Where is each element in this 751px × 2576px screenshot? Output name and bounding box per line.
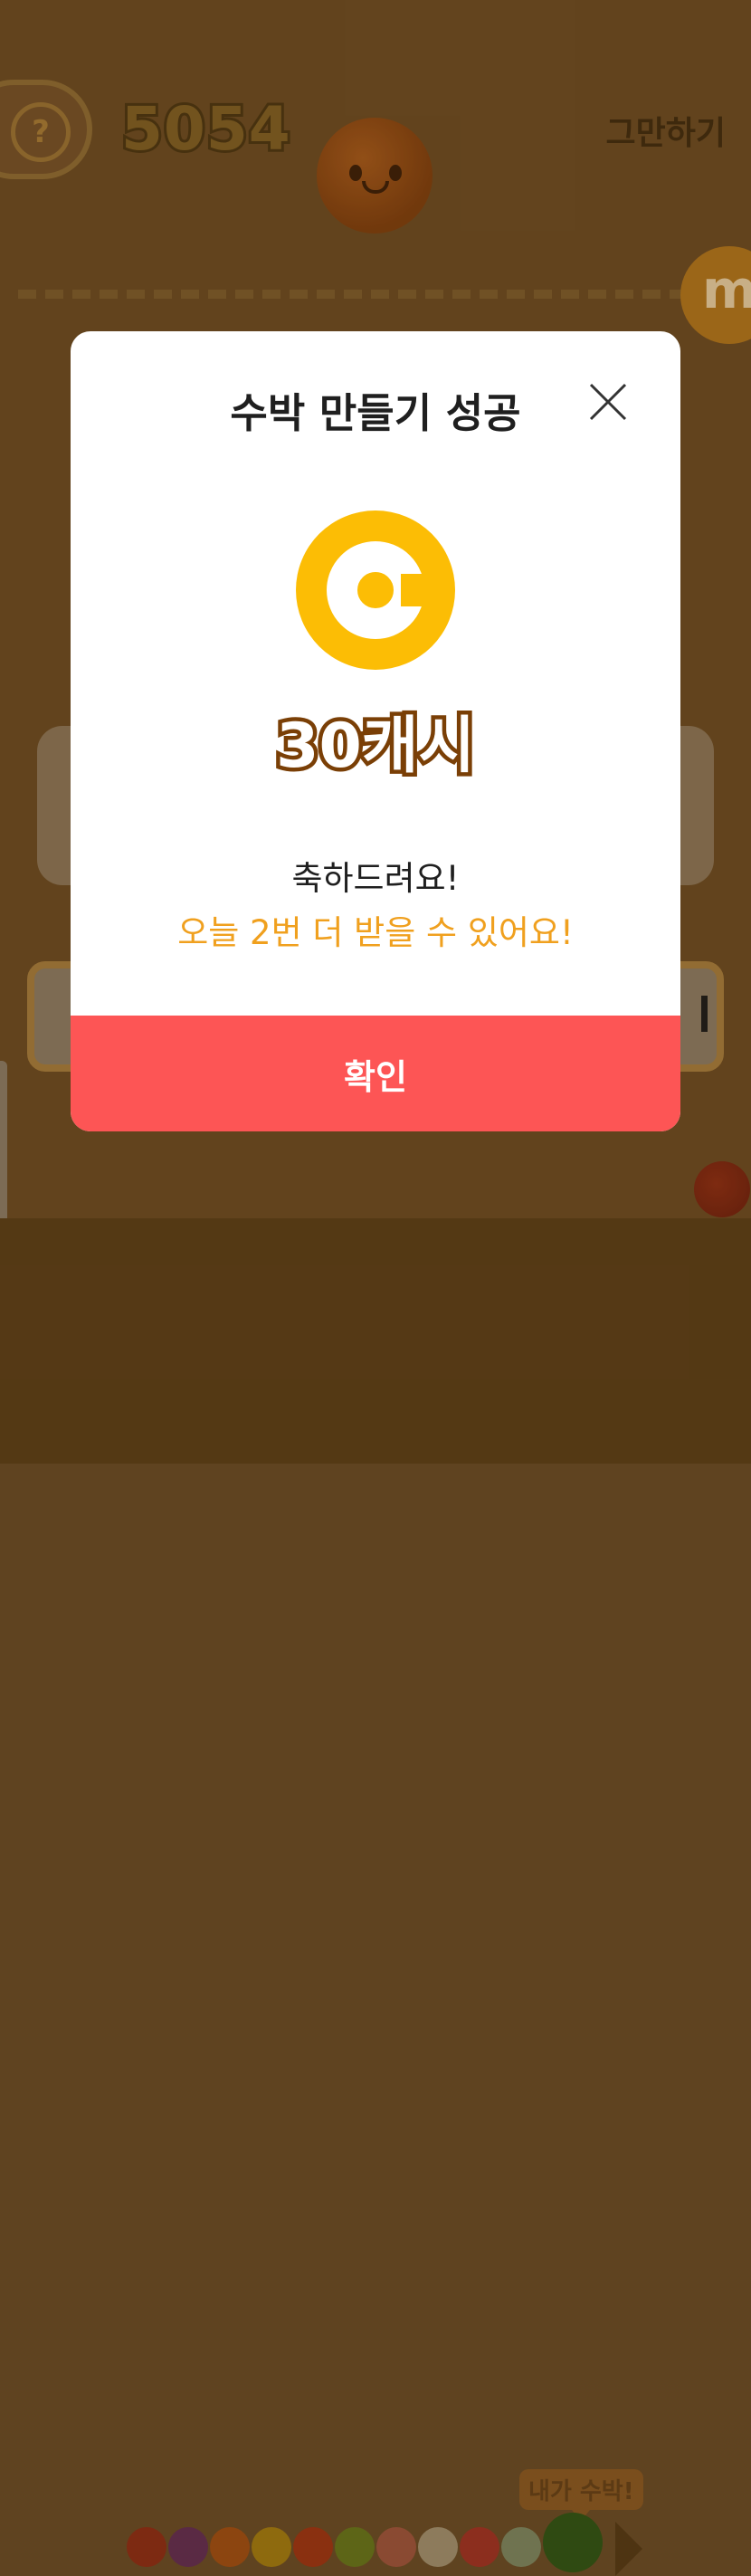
fruit-icon xyxy=(127,2527,166,2567)
watermelon-fruit-icon xyxy=(543,2513,603,2572)
remaining-count-message: 오늘 2번 더 받을 수 있어요! xyxy=(177,913,574,952)
fruit-icon xyxy=(293,2527,333,2567)
confirm-button[interactable]: 확인 xyxy=(71,1016,680,1131)
fruit-icon xyxy=(335,2527,375,2567)
congrats-message: 축하드려요! xyxy=(291,859,460,898)
watermelon-tip: 내가 수박! xyxy=(519,2469,643,2521)
coin-letter-gap xyxy=(401,574,437,606)
arrow-right-icon xyxy=(615,2522,642,2576)
fruit-icon xyxy=(460,2527,499,2567)
fruit-icon xyxy=(418,2527,458,2567)
success-modal: 수박 만들기 성공 30캐시 축하드려요! 오늘 2번 더 받을 수 있어요! … xyxy=(71,331,680,1131)
cash-coin-icon xyxy=(296,510,455,670)
fruit-icon xyxy=(252,2527,291,2567)
fruit-icon xyxy=(168,2527,208,2567)
fruit-evolution-row xyxy=(127,2513,633,2572)
fruit-icon xyxy=(376,2527,416,2567)
reward-amount: 30캐시 xyxy=(272,707,480,787)
close-icon[interactable] xyxy=(588,382,628,422)
fruit-icon xyxy=(210,2527,250,2567)
fruit-icon xyxy=(501,2527,541,2567)
